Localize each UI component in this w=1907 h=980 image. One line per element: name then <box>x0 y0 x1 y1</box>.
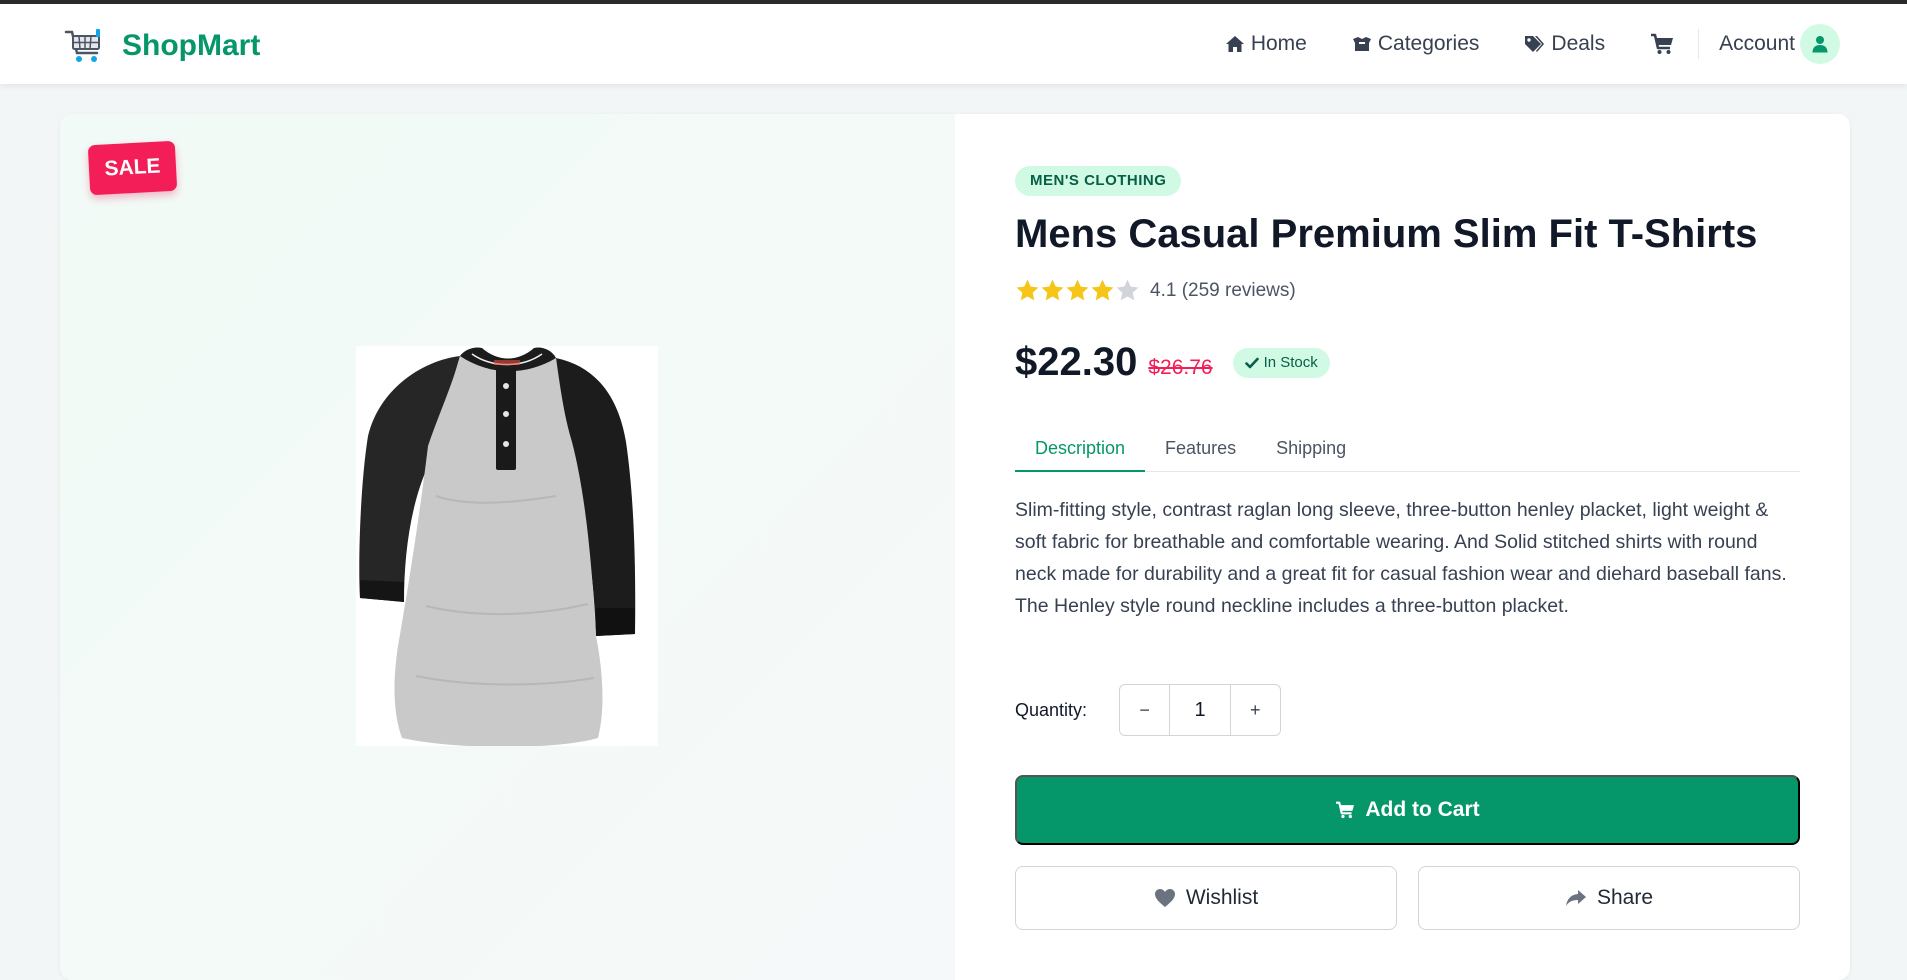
product-image-panel: SALE <box>60 114 955 980</box>
cart-icon <box>1336 801 1355 819</box>
increase-quantity-button[interactable]: + <box>1231 685 1280 735</box>
category-badge[interactable]: MEN'S CLOTHING <box>1015 166 1182 196</box>
nav-categories[interactable]: Categories <box>1352 32 1480 56</box>
nav-deals[interactable]: Deals <box>1524 32 1605 56</box>
share-label: Share <box>1596 886 1654 909</box>
logo[interactable]: ShopMart <box>64 27 260 65</box>
quantity-input[interactable]: 1 <box>1169 685 1231 735</box>
cart-icon <box>1651 33 1674 54</box>
star-filled-icon <box>1041 279 1064 301</box>
home-icon <box>1225 36 1244 52</box>
wishlist-label: Wishlist <box>1185 886 1259 909</box>
nav-deals-label: Deals <box>1551 32 1606 55</box>
product-image[interactable] <box>356 346 658 747</box>
shopping-cart-logo-icon <box>64 29 100 62</box>
nav-home-label: Home <box>1250 32 1307 55</box>
star-filled-icon <box>1091 279 1114 301</box>
share-icon <box>1565 890 1586 906</box>
rating-text[interactable]: 4.1 (259 reviews) <box>1150 280 1296 302</box>
stock-label: In Stock <box>1263 354 1318 371</box>
quantity-row: Quantity: − 1 + <box>1015 684 1281 736</box>
sale-badge: SALE <box>87 140 178 196</box>
nav-account[interactable]: Account <box>1719 24 1840 64</box>
rating: 4.1 (259 reviews) <box>1015 278 1296 303</box>
quantity-stepper: − 1 + <box>1119 684 1281 736</box>
decrease-quantity-button[interactable]: − <box>1120 685 1169 735</box>
price: $22.30 <box>1015 340 1138 384</box>
main-nav: Home Categories Deals Account <box>1180 24 1840 64</box>
tags-icon <box>1525 36 1545 52</box>
quantity-label: Quantity: <box>1015 699 1088 720</box>
user-icon <box>1812 36 1828 53</box>
site-header: ShopMart Home Categories Deals Account <box>0 4 1907 84</box>
product-description: Slim-fitting style, contrast raglan long… <box>1015 499 1787 617</box>
tab-description[interactable]: Description <box>1015 432 1146 472</box>
original-price: $26.76 <box>1148 355 1213 379</box>
wishlist-button[interactable]: Wishlist <box>1015 866 1397 930</box>
check-icon <box>1244 357 1259 368</box>
nav-home[interactable]: Home <box>1225 32 1307 56</box>
product-info: MEN'S CLOTHING Mens Casual Premium Slim … <box>1015 114 1800 980</box>
box-icon <box>1352 37 1371 51</box>
product-tabs: Description Features Shipping <box>1015 432 1800 472</box>
add-to-cart-label: Add to Cart <box>1365 798 1480 821</box>
nav-categories-label: Categories <box>1377 32 1480 55</box>
stock-badge: In Stock <box>1232 347 1330 378</box>
share-button[interactable]: Share <box>1418 866 1800 930</box>
add-to-cart-button[interactable]: Add to Cart <box>1015 775 1800 845</box>
product-card: SALE MEN'S CLOTHING Mens Casual Premium … <box>60 114 1850 980</box>
price-row: $22.30 $26.76 In Stock <box>1015 340 1330 385</box>
star-empty-icon <box>1116 279 1139 301</box>
avatar <box>1800 24 1840 64</box>
product-title: Mens Casual Premium Slim Fit T-Shirts <box>1015 212 1758 256</box>
tshirt-image <box>359 347 636 747</box>
tab-shipping[interactable]: Shipping <box>1256 432 1366 472</box>
secondary-actions: Wishlist Share <box>1015 866 1800 930</box>
account-label: Account <box>1719 32 1795 55</box>
tab-features[interactable]: Features <box>1145 432 1256 472</box>
brand-name: ShopMart <box>122 29 261 62</box>
nav-cart[interactable] <box>1650 33 1674 55</box>
nav-divider <box>1698 29 1700 59</box>
star-filled-icon <box>1016 279 1039 301</box>
heart-icon <box>1154 889 1175 907</box>
star-filled-icon <box>1066 279 1089 301</box>
